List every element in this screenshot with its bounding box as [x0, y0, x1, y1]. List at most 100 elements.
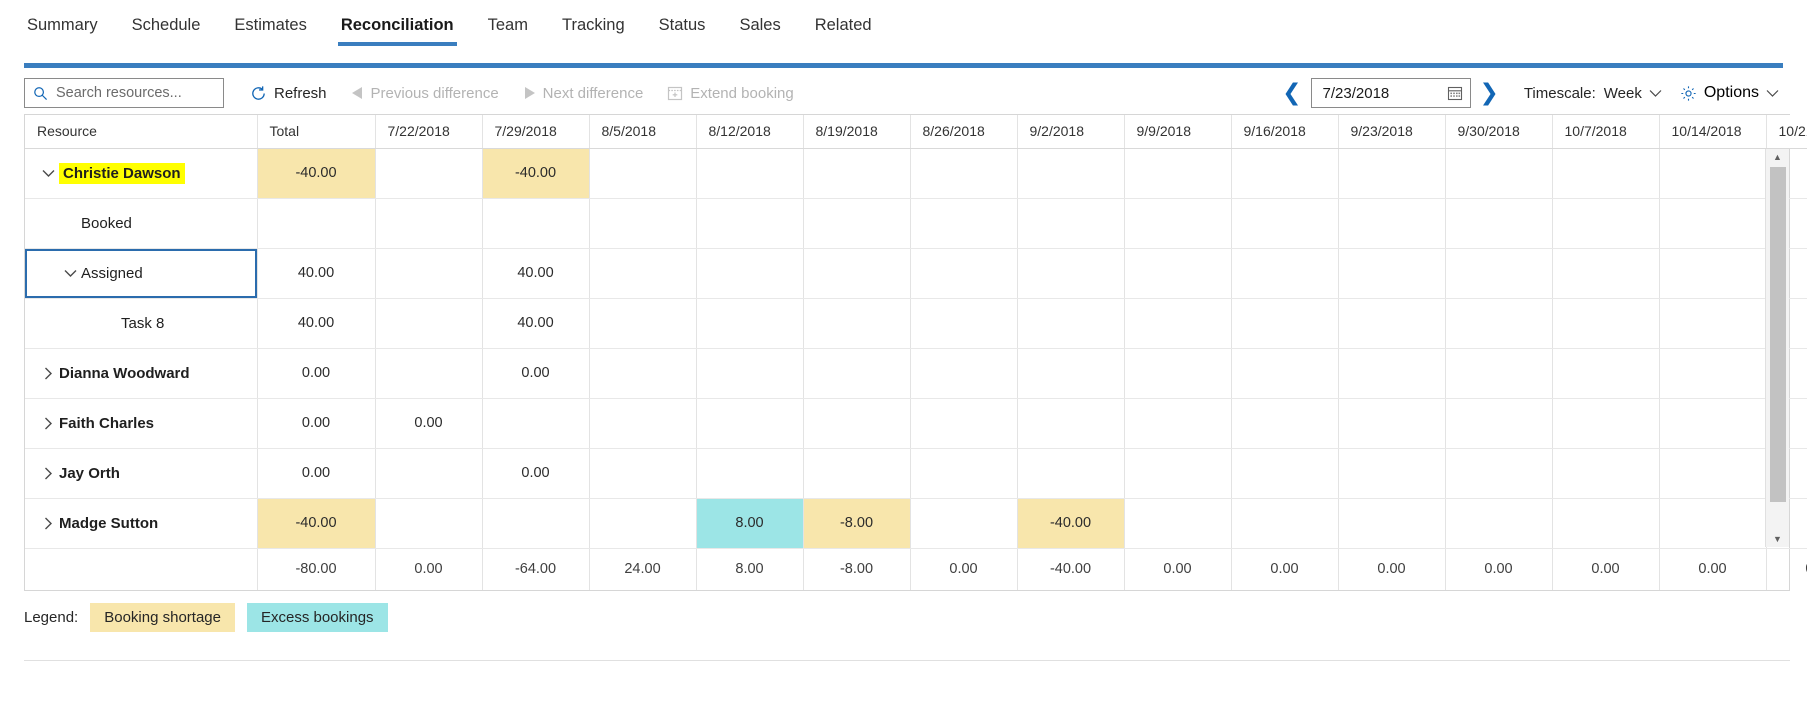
period-value-cell[interactable]: [910, 248, 1018, 299]
period-value-cell[interactable]: [1124, 198, 1232, 249]
tab-sales[interactable]: Sales: [722, 0, 797, 52]
period-value-cell[interactable]: 0.00: [482, 348, 590, 399]
period-value-cell[interactable]: [696, 398, 804, 449]
table-row[interactable]: Booked: [25, 198, 1807, 249]
options-button[interactable]: Options: [1680, 84, 1779, 102]
period-value-cell[interactable]: [589, 498, 697, 549]
period-value-cell[interactable]: [1659, 498, 1767, 549]
previous-difference-button[interactable]: Previous difference: [339, 77, 511, 109]
tab-schedule[interactable]: Schedule: [115, 0, 218, 52]
period-value-cell[interactable]: [1338, 148, 1446, 199]
period-value-cell[interactable]: [1445, 248, 1553, 299]
timescale-dropdown[interactable]: Week: [1604, 85, 1662, 102]
period-value-cell[interactable]: [696, 148, 804, 199]
period-value-cell[interactable]: [1124, 298, 1232, 349]
period-value-cell[interactable]: [1017, 348, 1125, 399]
column-header-date-14[interactable]: 10/14/2018: [1659, 115, 1767, 149]
tab-reconciliation[interactable]: Reconciliation: [324, 0, 471, 52]
scroll-up-button[interactable]: ▲: [1766, 149, 1790, 165]
period-value-cell[interactable]: [1017, 148, 1125, 199]
period-value-cell[interactable]: -40.00: [1017, 498, 1125, 549]
period-value-cell[interactable]: [1231, 298, 1339, 349]
period-value-cell[interactable]: [589, 298, 697, 349]
total-value-cell[interactable]: 40.00: [257, 298, 376, 349]
period-value-cell[interactable]: [1124, 448, 1232, 499]
total-value-cell[interactable]: [257, 198, 376, 249]
table-row[interactable]: Faith Charles 0.00 0.00: [25, 398, 1807, 449]
table-row[interactable]: Jay Orth 0.00 0.00: [25, 448, 1807, 499]
period-value-cell[interactable]: [1552, 198, 1660, 249]
total-value-cell[interactable]: 0.00: [257, 448, 376, 499]
period-value-cell[interactable]: [375, 498, 483, 549]
table-row[interactable]: Dianna Woodward 0.00 0.00: [25, 348, 1807, 399]
table-row[interactable]: Christie Dawson -40.00 -40.00: [25, 148, 1807, 199]
period-value-cell[interactable]: [375, 148, 483, 199]
period-value-cell[interactable]: [375, 298, 483, 349]
period-value-cell[interactable]: [589, 198, 697, 249]
resource-cell[interactable]: Madge Sutton: [25, 498, 258, 549]
resource-cell[interactable]: Booked: [25, 198, 258, 249]
period-value-cell[interactable]: [1445, 198, 1553, 249]
refresh-button[interactable]: Refresh: [238, 77, 339, 109]
tab-team[interactable]: Team: [471, 0, 545, 52]
period-value-cell[interactable]: [696, 298, 804, 349]
scroll-down-button[interactable]: ▼: [1766, 531, 1790, 547]
period-value-cell[interactable]: [1231, 448, 1339, 499]
period-value-cell[interactable]: [1338, 198, 1446, 249]
total-value-cell[interactable]: -40.00: [257, 498, 376, 549]
resource-cell[interactable]: Faith Charles: [25, 398, 258, 449]
period-value-cell[interactable]: [1231, 348, 1339, 399]
period-value-cell[interactable]: [1552, 248, 1660, 299]
collapse-toggle[interactable]: [37, 169, 59, 178]
resource-cell[interactable]: Assigned: [25, 248, 258, 299]
column-header-date-2[interactable]: 7/22/2018: [375, 115, 483, 149]
period-value-cell[interactable]: [1552, 498, 1660, 549]
column-header-date-6[interactable]: 8/19/2018: [803, 115, 911, 149]
period-value-cell[interactable]: [1231, 398, 1339, 449]
period-value-cell[interactable]: [1445, 348, 1553, 399]
period-value-cell[interactable]: [482, 398, 590, 449]
period-value-cell[interactable]: [1124, 398, 1232, 449]
tab-summary[interactable]: Summary: [10, 0, 115, 52]
period-value-cell[interactable]: [1231, 498, 1339, 549]
period-value-cell[interactable]: [589, 248, 697, 299]
period-value-cell[interactable]: [803, 298, 911, 349]
period-value-cell[interactable]: [1659, 348, 1767, 399]
period-value-cell[interactable]: [375, 198, 483, 249]
period-value-cell[interactable]: [1017, 298, 1125, 349]
table-row[interactable]: Task 8 40.00 40.00: [25, 298, 1807, 349]
period-value-cell[interactable]: [1445, 498, 1553, 549]
period-value-cell[interactable]: [1659, 298, 1767, 349]
column-header-date-12[interactable]: 9/30/2018: [1445, 115, 1553, 149]
previous-period-button[interactable]: ❮: [1273, 81, 1310, 105]
period-value-cell[interactable]: [1124, 248, 1232, 299]
period-value-cell[interactable]: [910, 448, 1018, 499]
period-value-cell[interactable]: [803, 198, 911, 249]
period-value-cell[interactable]: [1659, 198, 1767, 249]
period-value-cell[interactable]: [1017, 448, 1125, 499]
column-header-date-11[interactable]: 9/23/2018: [1338, 115, 1446, 149]
period-value-cell[interactable]: 40.00: [482, 298, 590, 349]
period-value-cell[interactable]: [375, 248, 483, 299]
period-value-cell[interactable]: 0.00: [375, 398, 483, 449]
table-row[interactable]: Madge Sutton -40.00 8.00 -8.00 -40.00: [25, 498, 1807, 549]
period-value-cell[interactable]: [1659, 248, 1767, 299]
tab-status[interactable]: Status: [642, 0, 723, 52]
extend-booking-button[interactable]: Extend booking: [655, 77, 805, 109]
period-value-cell[interactable]: [1017, 248, 1125, 299]
period-value-cell[interactable]: [589, 448, 697, 499]
period-value-cell[interactable]: [803, 398, 911, 449]
period-value-cell[interactable]: [1124, 148, 1232, 199]
table-row[interactable]: Assigned 40.00 40.00: [25, 248, 1807, 299]
period-value-cell[interactable]: [1552, 448, 1660, 499]
period-value-cell[interactable]: [1338, 498, 1446, 549]
column-header-date-5[interactable]: 8/12/2018: [696, 115, 804, 149]
period-value-cell[interactable]: [1338, 248, 1446, 299]
period-value-cell[interactable]: [1231, 148, 1339, 199]
period-value-cell[interactable]: [1552, 398, 1660, 449]
period-value-cell[interactable]: [589, 148, 697, 199]
resource-cell[interactable]: Christie Dawson: [25, 148, 258, 199]
period-value-cell[interactable]: [589, 398, 697, 449]
resource-cell[interactable]: Dianna Woodward: [25, 348, 258, 399]
column-header-resource[interactable]: Resource: [25, 115, 258, 149]
